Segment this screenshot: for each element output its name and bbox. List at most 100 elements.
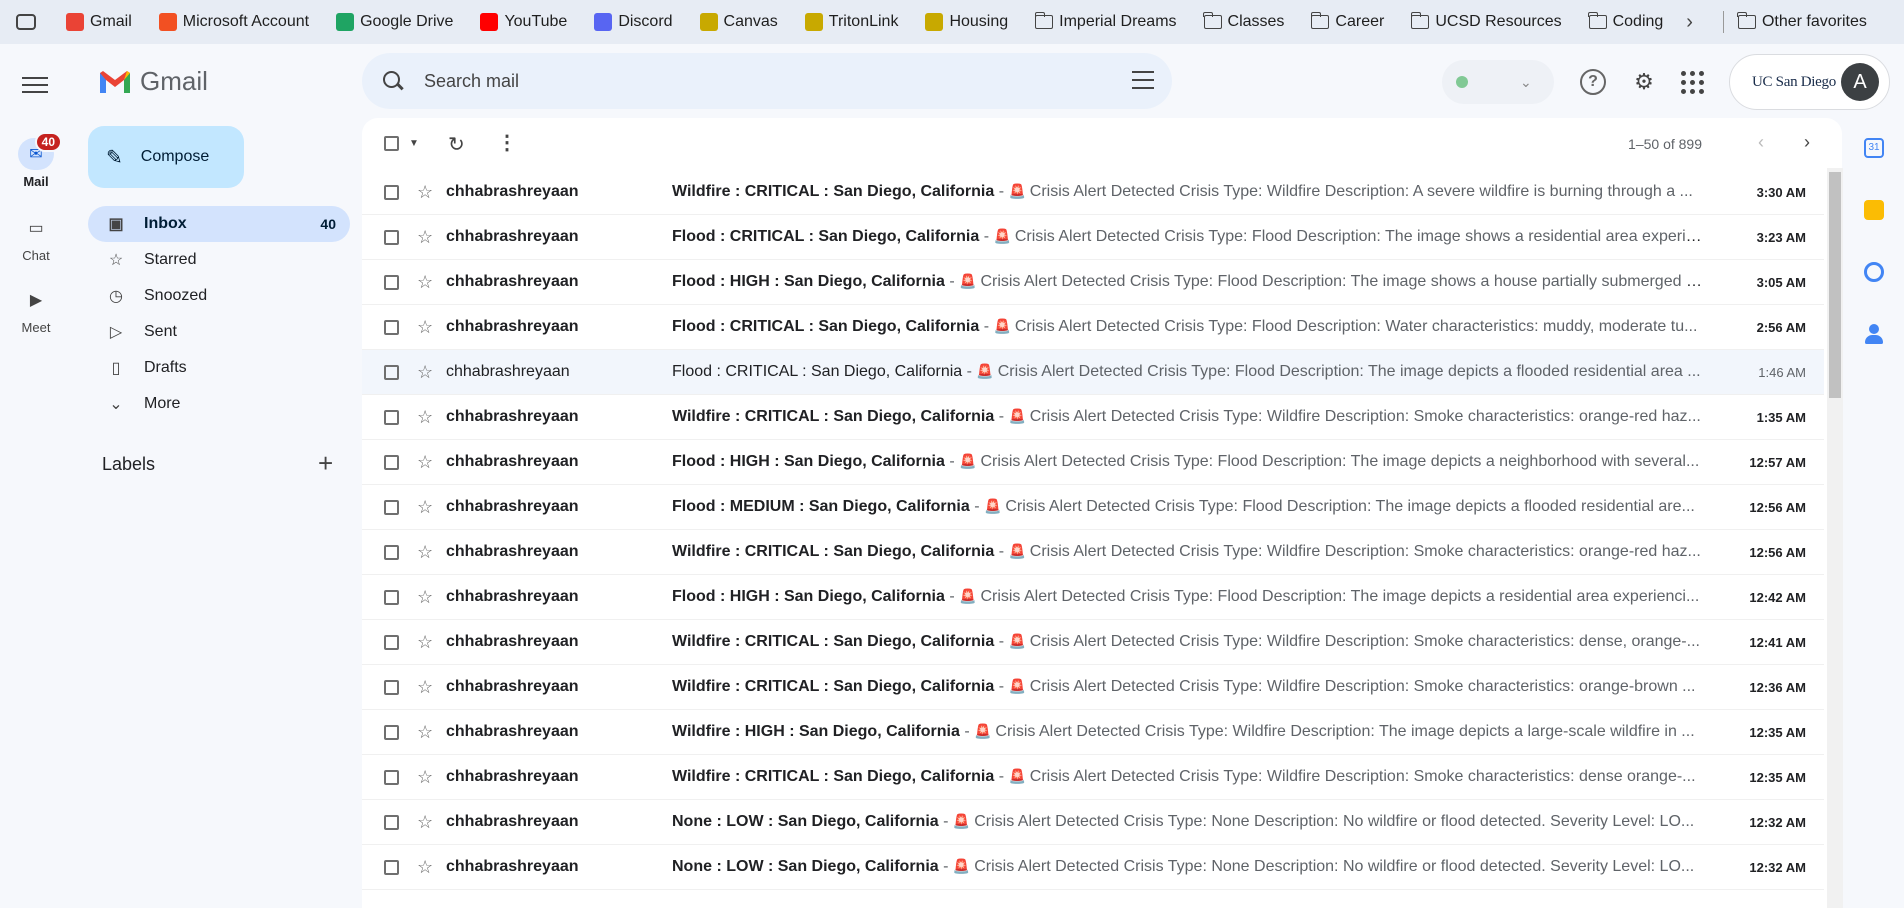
star-icon[interactable]: ☆ (417, 677, 437, 698)
email-row[interactable]: ☆ chhabrashreyaan Wildfire : CRITICAL : Sa… (362, 530, 1824, 575)
chevron-left-icon[interactable]: ‹ (1758, 132, 1764, 153)
avatar[interactable]: A (1841, 63, 1879, 101)
row-checkbox[interactable] (384, 769, 399, 785)
select-all-checkbox[interactable] (384, 136, 399, 151)
bookmark-item[interactable]: Classes (1202, 12, 1284, 31)
email-row[interactable]: ☆ chhabrashreyaan Flood : MEDIUM : San Die… (362, 485, 1824, 530)
chevron-right-icon[interactable]: › (1804, 132, 1810, 153)
star-icon[interactable]: ☆ (417, 227, 437, 248)
bookmark-item[interactable]: YouTube (480, 13, 567, 31)
refresh-icon[interactable]: ↻ (448, 132, 465, 157)
status-selector[interactable]: ⌄ (1442, 60, 1554, 104)
chevron-right-icon[interactable]: › (1686, 11, 1693, 34)
bookmark-other-favorites[interactable]: Other favorites (1737, 12, 1867, 31)
row-checkbox[interactable] (384, 364, 399, 380)
star-icon[interactable]: ☆ (417, 497, 437, 518)
nav-item-starred[interactable]: ☆ Starred (88, 242, 350, 278)
bookmark-item[interactable]: Microsoft Account (158, 13, 309, 31)
keep-icon[interactable] (1864, 200, 1884, 220)
gmail-logo[interactable]: Gmail (98, 66, 208, 97)
help-icon[interactable]: ? (1580, 69, 1606, 95)
email-row[interactable]: ☆ chhabrashreyaan Wildfire : CRITICAL : Sa… (362, 755, 1824, 800)
select-caret-icon[interactable]: ▼ (409, 138, 419, 149)
row-checkbox[interactable] (384, 589, 399, 605)
row-checkbox[interactable] (384, 814, 399, 830)
email-row[interactable]: ☆ chhabrashreyaan Flood : HIGH : San Diego… (362, 260, 1824, 305)
search-options-icon[interactable] (1132, 71, 1154, 91)
row-checkbox[interactable] (384, 454, 399, 470)
scrollbar-thumb[interactable] (1829, 172, 1841, 398)
email-row[interactable]: ☆ chhabrashreyaan Flood : HIGH : San Diego… (362, 440, 1824, 485)
star-icon[interactable]: ☆ (417, 587, 437, 608)
apps-grid-icon[interactable] (1678, 68, 1706, 96)
row-checkbox[interactable] (384, 409, 399, 425)
email-row[interactable]: ☆ chhabrashreyaan Wildfire : HIGH : San Di… (362, 710, 1824, 755)
email-row[interactable]: ☆ chhabrashreyaan Flood : HIGH : San Diego… (362, 575, 1824, 620)
star-icon[interactable]: ☆ (417, 722, 437, 743)
row-checkbox[interactable] (384, 859, 399, 875)
email-row[interactable]: ☆ chhabrashreyaan Wildfire : CRITICAL : Sa… (362, 620, 1824, 665)
rail-item-mail[interactable]: ✉ 40 Mail (0, 132, 72, 189)
settings-icon[interactable]: ⚙ (1630, 68, 1658, 96)
row-checkbox[interactable] (384, 679, 399, 695)
email-row[interactable]: ☆ chhabrashreyaan Flood : CRITICAL : San D… (362, 305, 1824, 350)
email-row[interactable]: ☆ chhabrashreyaan None : LOW : San Diego, … (362, 800, 1824, 845)
bookmark-item[interactable]: UCSD Resources (1410, 12, 1562, 31)
apps-icon[interactable] (16, 14, 36, 30)
star-icon[interactable]: ☆ (417, 317, 437, 338)
star-icon[interactable]: ☆ (417, 407, 437, 428)
row-checkbox[interactable] (384, 544, 399, 560)
star-icon[interactable]: ☆ (417, 362, 437, 383)
email-row[interactable]: ☆ chhabrashreyaan Wildfire : CRITICAL : Sa… (362, 665, 1824, 710)
bookmark-item[interactable]: Google Drive (336, 13, 453, 31)
row-checkbox[interactable] (384, 499, 399, 515)
bookmark-item[interactable]: TritonLink (804, 13, 898, 31)
add-label-icon[interactable]: + (318, 448, 333, 479)
email-row[interactable]: ☆ chhabrashreyaan Flood : CRITICAL : San D… (362, 350, 1824, 395)
siren-icon: 🚨 (1008, 768, 1030, 784)
tasks-icon[interactable] (1864, 262, 1884, 282)
star-icon[interactable]: ☆ (417, 767, 437, 788)
email-row[interactable]: ☆ chhabrashreyaan Flood : CRITICAL : San D… (362, 215, 1824, 260)
nav-item-snoozed[interactable]: ◷ Snoozed (88, 278, 350, 314)
rail-item-chat[interactable]: ▭ Chat (0, 212, 72, 263)
compose-button[interactable]: ✎ Compose (88, 126, 244, 188)
bookmark-item[interactable]: Imperial Dreams (1034, 12, 1177, 31)
bookmark-item[interactable]: Career (1310, 12, 1384, 31)
search-input[interactable] (424, 70, 1104, 92)
email-row[interactable]: ☆ chhabrashreyaan Wildfire : CRITICAL : Sa… (362, 395, 1824, 440)
bookmark-item[interactable]: Canvas (699, 13, 778, 31)
account-chip[interactable]: UC San Diego A (1729, 54, 1890, 110)
email-row[interactable]: ☆ chhabrashreyaan None : LOW : San Diego, … (362, 845, 1824, 890)
email-row[interactable]: ☆ chhabrashreyaan Wildfire : CRITICAL : Sa… (362, 170, 1824, 215)
nav-item-drafts[interactable]: ▯ Drafts (88, 350, 350, 386)
row-checkbox[interactable] (384, 724, 399, 740)
nav-item-sent[interactable]: ▷ Sent (88, 314, 350, 350)
more-vert-icon[interactable]: ⋮ (497, 130, 517, 155)
nav-item-inbox[interactable]: ▣ Inbox 40 (88, 206, 350, 242)
row-checkbox[interactable] (384, 274, 399, 290)
calendar-icon[interactable]: 31 (1864, 138, 1884, 158)
star-icon[interactable]: ☆ (417, 857, 437, 878)
search-icon[interactable] (382, 70, 404, 92)
star-icon[interactable]: ☆ (417, 812, 437, 833)
folder-icon (1034, 12, 1054, 31)
bookmark-item[interactable]: Housing (925, 13, 1008, 31)
star-icon[interactable]: ☆ (417, 452, 437, 473)
star-icon[interactable]: ☆ (417, 542, 437, 563)
row-checkbox[interactable] (384, 319, 399, 335)
contacts-icon[interactable] (1864, 324, 1884, 344)
row-checkbox[interactable] (384, 184, 399, 200)
row-checkbox[interactable] (384, 634, 399, 650)
bookmark-item[interactable]: Discord (594, 13, 673, 31)
bookmark-item[interactable]: Coding (1587, 12, 1663, 31)
nav-item-more[interactable]: ⌄ More (88, 386, 350, 422)
bookmark-item[interactable]: Gmail (66, 13, 132, 31)
star-icon[interactable]: ☆ (417, 272, 437, 293)
row-checkbox[interactable] (384, 229, 399, 245)
star-icon[interactable]: ☆ (417, 632, 437, 653)
rail-label: Chat (22, 248, 50, 263)
star-icon[interactable]: ☆ (417, 182, 437, 203)
main-menu-icon[interactable] (22, 72, 48, 98)
rail-item-meet[interactable]: ▶ Meet (0, 284, 72, 335)
